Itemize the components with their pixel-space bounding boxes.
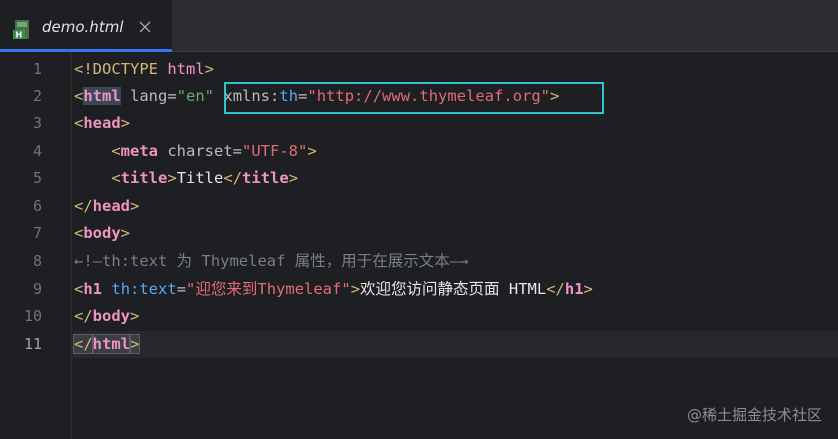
tag-open-bracket: < — [74, 114, 84, 132]
code-line-10: </body> — [74, 303, 139, 330]
doctype-close: > — [204, 60, 214, 78]
code-editor[interactable]: H demo.html 1 2 3 4 5 6 7 8 9 10 11 <!DO… — [0, 0, 838, 439]
line-number: 6 — [32, 197, 42, 215]
tag-close-bracket: > — [167, 169, 177, 187]
tag-end-open-bracket: </ — [74, 197, 93, 215]
line-number: 2 — [32, 87, 42, 105]
close-icon[interactable] — [136, 18, 154, 36]
comment: ←!—th:text 为 Thymeleaf 属性，用于在展示文本—→ — [74, 252, 469, 270]
editor-tab-bar: H demo.html — [0, 0, 838, 52]
tag-open-bracket: < — [111, 142, 121, 160]
tag-name-html-end: html — [91, 334, 132, 354]
tag-close-bracket: > — [130, 307, 140, 325]
attr-value-en: "en" — [176, 87, 215, 105]
tag-close-bracket: > — [350, 280, 361, 298]
tag-name-html: html — [83, 87, 121, 105]
tag-open-bracket: < — [74, 224, 84, 242]
tag-name-head-end: head — [92, 197, 130, 215]
code-line-11: </html> — [73, 331, 141, 358]
text-title: Title — [176, 169, 224, 187]
watermark: @稀土掘金技术社区 — [686, 406, 822, 424]
tag-name-body-end: body — [92, 307, 130, 325]
tag-name-h1: h1 — [83, 280, 103, 298]
tag-open-bracket: < — [111, 169, 121, 187]
tag-end-open-bracket: </ — [74, 307, 93, 325]
text-h1: 欢迎您访问静态页面 HTML — [360, 280, 547, 298]
code-line-9: <h1 th:text="迎您来到Thymeleaf">欢迎您访问静态页面 HT… — [74, 276, 593, 303]
tag-close-bracket: > — [583, 280, 593, 298]
code-line-7: <body> — [74, 220, 130, 247]
tag-close-bracket: > — [550, 87, 560, 105]
tag-end-open-bracket: </ — [73, 334, 94, 354]
tag-close-bracket: > — [130, 197, 140, 215]
tag-close-bracket: > — [120, 114, 131, 132]
line-number-current: 11 — [23, 335, 42, 353]
attr-equals: = — [167, 87, 177, 105]
attr-value-th-text: "迎您来到Thymeleaf" — [186, 280, 351, 298]
svg-text:H: H — [16, 31, 23, 40]
attr-equals: = — [298, 87, 308, 105]
tag-name-title-end: title — [242, 169, 289, 187]
code-line-5: <title>Title</title> — [74, 165, 298, 192]
attr-xmlns: xmlns — [223, 87, 271, 105]
code-line-4: <meta charset="UTF-8"> — [74, 138, 317, 165]
code-line-1: <!DOCTYPE html> — [74, 56, 214, 83]
tag-close-bracket: > — [128, 334, 141, 354]
tag-end-open-bracket: </ — [546, 280, 565, 298]
tag-open-bracket: < — [74, 280, 84, 298]
attr-th-text: th:text — [111, 280, 177, 298]
doctype-value: html — [167, 60, 205, 78]
tag-name-h1-end: h1 — [564, 280, 584, 298]
line-number: 4 — [32, 142, 42, 160]
tag-open-bracket: < — [74, 87, 84, 105]
line-number: 5 — [32, 169, 42, 187]
tag-name-title: title — [120, 169, 168, 187]
line-number-gutter: 1 2 3 4 5 6 7 8 9 10 11 — [0, 52, 72, 439]
code-line-3: <head> — [74, 110, 130, 137]
attr-lang: lang — [120, 87, 168, 105]
attr-equals: = — [176, 280, 187, 298]
line-number: 10 — [23, 307, 42, 325]
code-line-6: </head> — [74, 193, 139, 220]
tag-name-meta: meta — [120, 142, 158, 160]
attr-value-utf8: "UTF-8" — [242, 142, 308, 160]
tab-demo-html[interactable]: H demo.html — [0, 0, 172, 52]
ns-colon: : — [270, 87, 280, 105]
line-number: 8 — [32, 252, 42, 270]
tab-label: demo.html — [42, 18, 124, 36]
tag-name-body: body — [83, 224, 121, 242]
attr-equals: = — [232, 142, 242, 160]
ns-prefix-th: th — [279, 87, 299, 105]
line-number: 9 — [32, 280, 42, 298]
line-number: 1 — [32, 60, 42, 78]
code-line-2: <html lang="en" xmlns:th="http://www.thy… — [74, 83, 559, 110]
attr-charset: charset — [158, 142, 233, 160]
doctype-open: <!DOCTYPE — [74, 60, 168, 78]
tag-end-open-bracket: </ — [223, 169, 243, 187]
attr-value-thymeleaf-url: "http://www.thymeleaf.org" — [307, 87, 551, 105]
line-number: 7 — [32, 224, 42, 242]
tag-close-bracket: > — [307, 142, 317, 160]
line-number: 3 — [32, 114, 42, 132]
tag-close-bracket: > — [120, 224, 131, 242]
code-line-8: ←!—th:text 为 Thymeleaf 属性，用于在展示文本—→ — [74, 248, 468, 275]
tag-name-head: head — [83, 114, 121, 132]
html-file-icon: H — [13, 20, 29, 40]
tag-close-bracket: > — [288, 169, 299, 187]
